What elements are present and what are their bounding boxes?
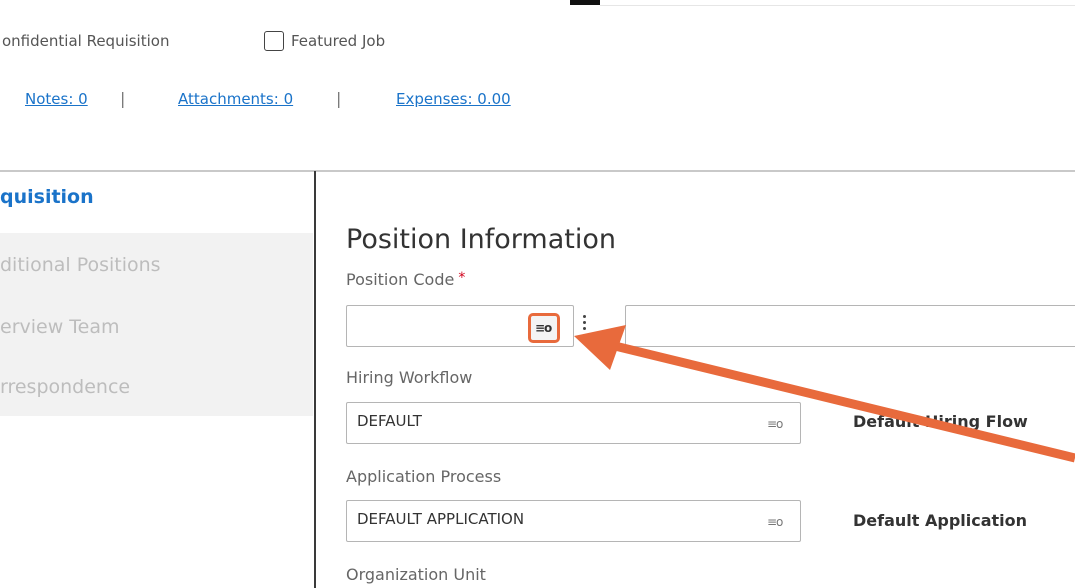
annotation-arrow: [574, 325, 1075, 463]
